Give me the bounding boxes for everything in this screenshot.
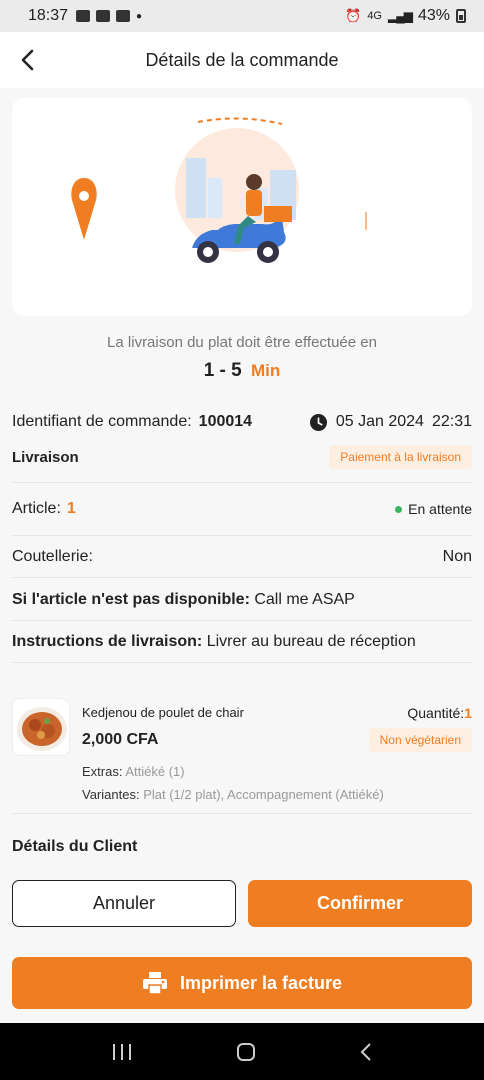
food-item-price-row: 2,000 CFA Non végétarien [82, 728, 472, 752]
variants-value: Plat (1/2 plat), Accompagnement (Attiéké… [143, 787, 384, 802]
order-id-row: Identifiant de commande: 100014 05 Jan 2… [12, 413, 472, 431]
article-label: Article: [12, 500, 61, 517]
extras-value: Attiéké (1) [125, 764, 185, 779]
instructions-label: Instructions de livraison: [12, 633, 203, 650]
divider [12, 620, 472, 621]
delivery-eta-text: La livraison du plat doit être effectuée… [107, 334, 377, 351]
order-status-text: En attente [408, 501, 472, 517]
order-id-value: 100014 [198, 413, 253, 430]
food-item-quantity: Quantité:1 [407, 705, 472, 721]
divider [12, 482, 472, 483]
cancel-button[interactable]: Annuler [12, 880, 236, 927]
eta-range: 1 - 5 [203, 360, 242, 381]
quantity-value: 1 [464, 705, 472, 721]
cutlery-value: Non [442, 548, 472, 565]
variants-label: Variantes: [82, 787, 140, 802]
client-details-title: Détails du Client [12, 838, 138, 855]
chevron-left-icon [21, 49, 34, 71]
location-pin-icon [71, 178, 97, 240]
delivery-illustration-card [12, 98, 472, 316]
food-item-header: Kedjenou de poulet de chair Quantité:1 [82, 705, 472, 721]
system-back-icon[interactable] [359, 1042, 373, 1062]
divider [12, 535, 472, 536]
food-item-variants: Variantes: Plat (1/2 plat), Accompagneme… [82, 787, 472, 802]
unavailable-value: Call me ASAP [254, 591, 355, 608]
food-item-name: Kedjenou de poulet de chair [82, 705, 244, 720]
status-dot-icon [395, 505, 403, 513]
printer-icon [142, 972, 167, 995]
cutlery-label: Coutellerie: [12, 548, 93, 565]
delivery-type: Livraison [12, 448, 79, 466]
print-invoice-label: Imprimer la facture [179, 972, 343, 993]
delivery-type-row: Livraison Paiement à la livraison [12, 445, 472, 469]
dish-image [17, 707, 67, 751]
clock-icon [309, 413, 327, 431]
food-item-image [12, 698, 70, 756]
print-invoice-button[interactable]: Imprimer la facture [12, 957, 472, 1009]
unavailable-label: Si l'article n'est pas disponible: [12, 591, 250, 608]
notification-icons: ● [76, 10, 142, 22]
order-time: 22:31 [431, 413, 472, 430]
extras-label: Extras: [82, 764, 123, 779]
battery-percent: 43% [417, 7, 450, 24]
divider [12, 813, 472, 814]
order-datetime: 05 Jan 2024 22:31 [309, 413, 472, 431]
quantity-label: Quantité: [407, 705, 465, 721]
delivery-instructions-row: Instructions de livraison: Livrer au bur… [12, 633, 472, 651]
cutlery-row: Coutellerie: Non [12, 548, 472, 566]
gallery-icon [76, 10, 91, 22]
divider [12, 577, 472, 578]
network-type: 4G [367, 10, 382, 22]
veg-badge: Non végétarien [368, 728, 472, 752]
alarm-icon: ⏰ [345, 8, 362, 23]
app-bar: Détails de la commande [0, 32, 484, 88]
home-icon[interactable] [236, 1042, 256, 1062]
order-status: En attente [395, 501, 472, 517]
battery-icon [456, 9, 466, 23]
instructions-value: Livrer au bureau de réception [206, 633, 416, 650]
article-row: Article: 1 En attente [12, 500, 472, 518]
payment-method-badge: Paiement à la livraison [329, 445, 472, 469]
page-title: Détails de la commande [145, 49, 339, 70]
linkedin-icon [96, 10, 111, 22]
recent-apps-icon[interactable] [111, 1043, 133, 1061]
back-button[interactable] [10, 42, 46, 78]
eta-unit: Min [251, 361, 281, 380]
youtube-icon [116, 10, 131, 22]
unavailable-row: Si l'article n'est pas disponible: Call … [12, 591, 472, 609]
system-nav-bar [0, 1023, 484, 1080]
order-id-label: Identifiant de commande: [12, 413, 192, 430]
order-date: 05 Jan 2024 [335, 413, 424, 430]
food-item-extras: Extras: Attiéké (1) [82, 764, 472, 779]
delivery-scooter-illustration [71, 117, 367, 263]
more-dot-icon: ● [136, 10, 143, 22]
confirm-button[interactable]: Confirmer [248, 880, 472, 927]
article-count: 1 [66, 500, 76, 517]
food-item-price: 2,000 CFA [82, 731, 159, 748]
divider [12, 662, 472, 663]
signal-icon: ▂▄▆ [388, 9, 413, 23]
status-bar: 18:37 ● ⏰ 4G ▂▄▆ 43% [0, 0, 484, 32]
status-time: 18:37 [28, 7, 69, 24]
delivery-eta-value: 1 - 5 Min [0, 360, 484, 382]
